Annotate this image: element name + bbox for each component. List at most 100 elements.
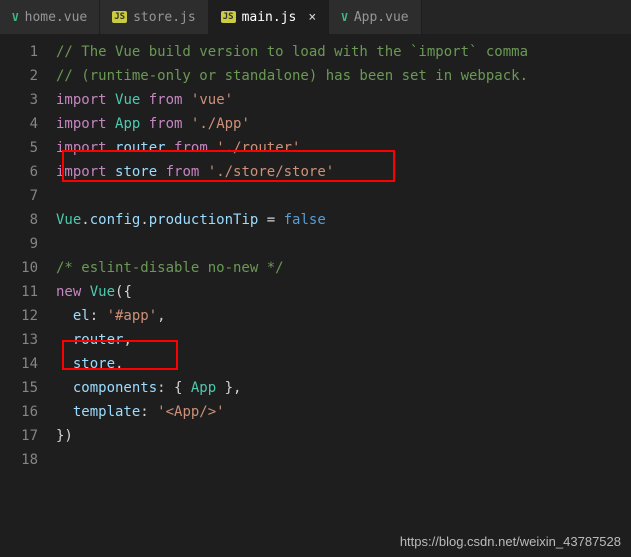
vue-icon: V [12, 11, 19, 24]
token-punct: : { [157, 380, 191, 396]
tab-label: home.vue [25, 10, 88, 25]
tab-home-vue[interactable]: Vhome.vue [0, 0, 100, 34]
code-area[interactable]: // The Vue build version to load with th… [56, 34, 631, 557]
watermark: https://blog.csdn.net/weixin_43787528 [400, 534, 621, 549]
tab-label: main.js [242, 10, 297, 25]
token-keyword: import [56, 140, 107, 156]
code-line[interactable]: /* eslint-disable no-new */ [56, 256, 631, 280]
code-line[interactable]: import App from './App' [56, 112, 631, 136]
line-number: 4 [0, 112, 38, 136]
code-line[interactable]: import store from './store/store' [56, 160, 631, 184]
code-line[interactable]: store, [56, 352, 631, 376]
token-punct [56, 332, 73, 348]
token-punct [157, 164, 165, 180]
token-const: false [284, 212, 326, 228]
token-keyword: import [56, 92, 107, 108]
tab-label: store.js [133, 10, 196, 25]
line-number: 7 [0, 184, 38, 208]
code-line[interactable]: import Vue from 'vue' [56, 88, 631, 112]
token-punct: . [81, 212, 89, 228]
line-number: 14 [0, 352, 38, 376]
token-punct: , [157, 308, 165, 324]
code-editor[interactable]: 123456789101112131415161718 // The Vue b… [0, 34, 631, 557]
tab-main-js[interactable]: JS main.js × [209, 0, 329, 34]
line-number: 2 [0, 64, 38, 88]
token-comment: // (runtime-only or standalone) has been… [56, 68, 528, 84]
token-class: Vue [115, 92, 140, 108]
code-line[interactable]: }) [56, 424, 631, 448]
token-punct: , [123, 332, 131, 348]
token-ident: productionTip [149, 212, 259, 228]
token-punct: : [90, 308, 107, 324]
token-ident: store [115, 164, 157, 180]
token-punct: . [140, 212, 148, 228]
token-prop: components [73, 380, 157, 396]
token-keyword: from [166, 164, 200, 180]
line-number: 10 [0, 256, 38, 280]
code-line[interactable]: // (runtime-only or standalone) has been… [56, 64, 631, 88]
token-string: '#app' [107, 308, 158, 324]
token-comment: /* eslint-disable no-new */ [56, 260, 284, 276]
line-number: 17 [0, 424, 38, 448]
js-icon: JS [112, 11, 127, 23]
line-number: 13 [0, 328, 38, 352]
line-number: 16 [0, 400, 38, 424]
line-number: 3 [0, 88, 38, 112]
code-line[interactable]: Vue.config.productionTip = false [56, 208, 631, 232]
token-punct: }, [216, 380, 241, 396]
code-line[interactable]: el: '#app', [56, 304, 631, 328]
token-ident: config [90, 212, 141, 228]
token-punct [56, 404, 73, 420]
token-string: './router' [216, 140, 300, 156]
line-number: 18 [0, 448, 38, 472]
token-punct [107, 140, 115, 156]
token-punct [166, 140, 174, 156]
token-punct [56, 356, 73, 372]
token-punct [107, 164, 115, 180]
code-line[interactable]: new Vue({ [56, 280, 631, 304]
token-keyword: import [56, 116, 107, 132]
token-keyword: new [56, 284, 81, 300]
token-prop: template [73, 404, 140, 420]
code-line[interactable]: import router from './router' [56, 136, 631, 160]
token-keyword: from [149, 116, 183, 132]
tab-label: App.vue [354, 10, 409, 25]
token-string: 'vue' [191, 92, 233, 108]
token-punct [199, 164, 207, 180]
token-punct [107, 92, 115, 108]
token-comment: // The Vue build version to load with th… [56, 44, 528, 60]
line-number: 9 [0, 232, 38, 256]
tab-store-js[interactable]: JS store.js [100, 0, 208, 34]
code-line[interactable] [56, 448, 631, 472]
token-punct [81, 284, 89, 300]
token-prop: el [73, 308, 90, 324]
token-punct [208, 140, 216, 156]
token-ident: router [73, 332, 124, 348]
code-line[interactable]: components: { App }, [56, 376, 631, 400]
code-line[interactable] [56, 184, 631, 208]
line-number: 8 [0, 208, 38, 232]
js-icon: JS [221, 11, 236, 23]
token-punct [140, 116, 148, 132]
line-number: 11 [0, 280, 38, 304]
token-ident: store [73, 356, 115, 372]
token-keyword: from [149, 92, 183, 108]
code-line[interactable]: // The Vue build version to load with th… [56, 40, 631, 64]
token-punct: , [115, 356, 123, 372]
line-number: 1 [0, 40, 38, 64]
token-string: '<App/>' [157, 404, 224, 420]
token-punct [56, 380, 73, 396]
code-line[interactable]: router, [56, 328, 631, 352]
tab-App-vue[interactable]: VApp.vue [329, 0, 421, 34]
token-punct: = [258, 212, 283, 228]
code-line[interactable]: template: '<App/>' [56, 400, 631, 424]
token-punct: }) [56, 428, 73, 444]
token-punct [182, 92, 190, 108]
line-gutter: 123456789101112131415161718 [0, 34, 56, 557]
code-line[interactable] [56, 232, 631, 256]
token-punct: : [140, 404, 157, 420]
close-icon[interactable]: × [308, 10, 316, 25]
token-punct [182, 116, 190, 132]
token-keyword: from [174, 140, 208, 156]
token-string: './store/store' [208, 164, 334, 180]
